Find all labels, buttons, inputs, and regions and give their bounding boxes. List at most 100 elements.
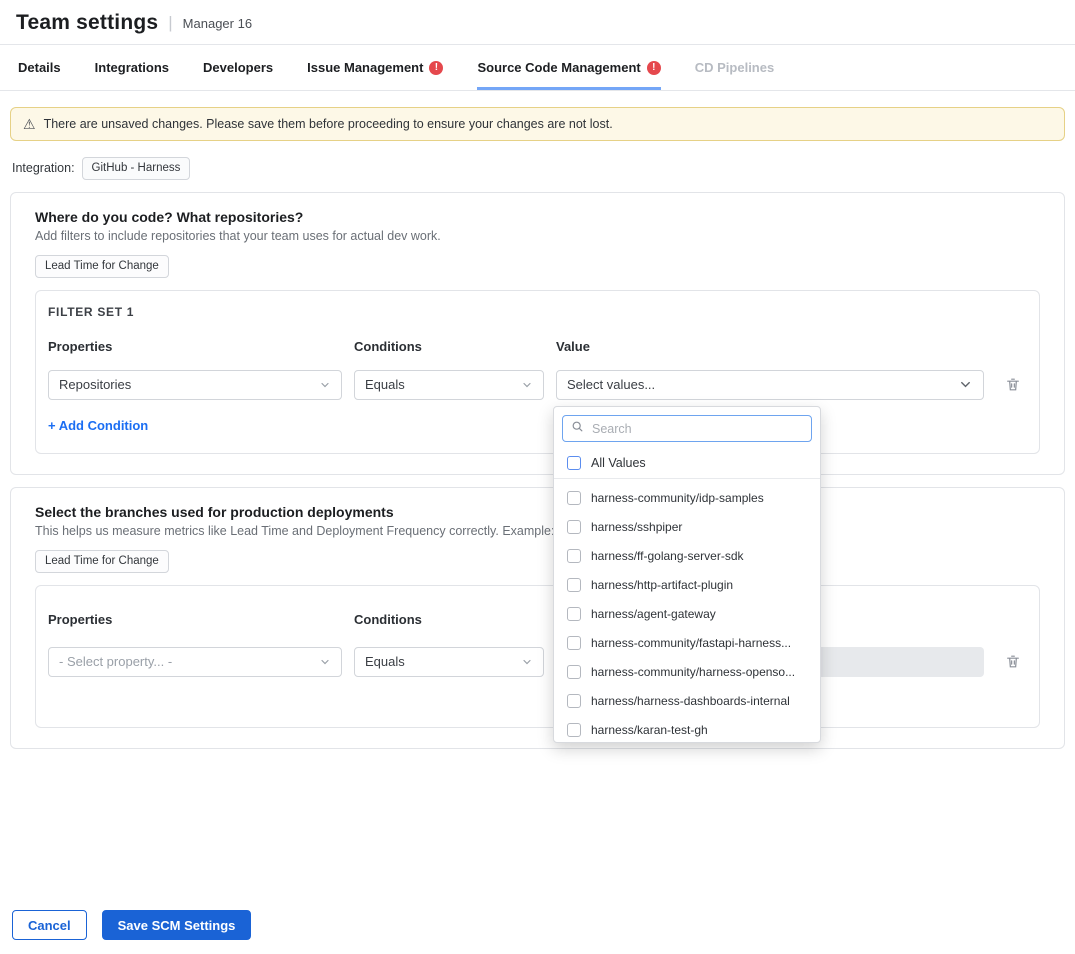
value-column-label: Value bbox=[556, 339, 984, 354]
chevron-down-icon bbox=[958, 377, 973, 392]
filter-column-labels: Properties Conditions Value bbox=[48, 339, 1027, 354]
lead-time-for-change-chip[interactable]: Lead Time for Change bbox=[35, 255, 169, 278]
checkbox[interactable] bbox=[567, 456, 581, 470]
repo-option[interactable]: harness-community/harness-openso... bbox=[554, 657, 820, 686]
banner-text: There are unsaved changes. Please save t… bbox=[44, 117, 613, 131]
tab-integrations[interactable]: Integrations bbox=[95, 45, 169, 90]
filter-column-labels: Properties Conditions Value bbox=[48, 612, 1027, 627]
lead-time-for-change-chip[interactable]: Lead Time for Change bbox=[35, 550, 169, 573]
value-select-placeholder: Select values... bbox=[567, 377, 655, 392]
tab-bar: Details Integrations Developers Issue Ma… bbox=[0, 45, 1075, 91]
filter-row: Repositories Equals Select values... bbox=[48, 370, 1027, 400]
properties-column-label: Properties bbox=[48, 339, 342, 354]
repo-option[interactable]: harness/ff-golang-server-sdk bbox=[554, 541, 820, 570]
property-select[interactable]: - Select property... - bbox=[48, 647, 342, 677]
option-label: harness-community/idp-samples bbox=[591, 491, 764, 505]
option-label: harness/ff-golang-server-sdk bbox=[591, 549, 744, 563]
tab-label: Source Code Management bbox=[477, 60, 640, 75]
option-label: All Values bbox=[591, 456, 646, 470]
repo-option[interactable]: harness/sshpiper bbox=[554, 512, 820, 541]
tab-details[interactable]: Details bbox=[18, 45, 61, 90]
dropdown-search-box bbox=[562, 415, 812, 442]
page-header: Team settings | Manager 16 bbox=[0, 0, 1075, 45]
tab-label: Issue Management bbox=[307, 60, 423, 75]
branches-card: Select the branches used for production … bbox=[10, 487, 1065, 749]
condition-select[interactable]: Equals bbox=[354, 370, 544, 400]
conditions-column-label: Conditions bbox=[354, 612, 544, 627]
option-label: harness/agent-gateway bbox=[591, 607, 716, 621]
all-values-option[interactable]: All Values bbox=[554, 448, 820, 479]
checkbox[interactable] bbox=[567, 665, 581, 679]
cancel-button[interactable]: Cancel bbox=[12, 910, 87, 940]
repositories-card-subtitle: Add filters to include repositories that… bbox=[35, 229, 1040, 243]
filter-row: - Select property... - Equals bbox=[48, 647, 1027, 677]
properties-column-label: Properties bbox=[48, 612, 342, 627]
team-settings-page: Team settings | Manager 16 Details Integ… bbox=[0, 0, 1075, 954]
repositories-card-title: Where do you code? What repositories? bbox=[35, 209, 1040, 225]
checkbox[interactable] bbox=[567, 578, 581, 592]
condition-select[interactable]: Equals bbox=[354, 647, 544, 677]
conditions-column-label: Conditions bbox=[354, 339, 544, 354]
checkbox[interactable] bbox=[567, 694, 581, 708]
save-scm-settings-button[interactable]: Save SCM Settings bbox=[102, 910, 252, 940]
search-icon bbox=[571, 420, 584, 438]
page-subtitle: Manager 16 bbox=[183, 16, 252, 31]
tab-label: Integrations bbox=[95, 60, 169, 75]
warning-badge-icon: ! bbox=[429, 61, 443, 75]
tab-label: Developers bbox=[203, 60, 273, 75]
footer-actions: Cancel Save SCM Settings bbox=[12, 910, 251, 940]
repo-option[interactable]: harness-community/fastapi-harness... bbox=[554, 628, 820, 657]
property-select-value: Repositories bbox=[59, 377, 131, 392]
checkbox[interactable] bbox=[567, 549, 581, 563]
repositories-card: Where do you code? What repositories? Ad… bbox=[10, 192, 1065, 475]
checkbox[interactable] bbox=[567, 636, 581, 650]
page-title: Team settings bbox=[16, 11, 158, 35]
tab-cd-pipelines: CD Pipelines bbox=[695, 45, 774, 90]
title-separator: | bbox=[168, 13, 172, 33]
repo-option[interactable]: harness-community/idp-samples bbox=[554, 483, 820, 512]
option-label: harness-community/harness-openso... bbox=[591, 665, 795, 679]
add-condition-button[interactable]: + Add Condition bbox=[48, 418, 148, 433]
chevron-down-icon bbox=[521, 379, 533, 391]
checkbox[interactable] bbox=[567, 607, 581, 621]
chevron-down-icon bbox=[319, 379, 331, 391]
branch-filter-panel: Properties Conditions Value - Select pro… bbox=[35, 585, 1040, 728]
repo-option[interactable]: harness/agent-gateway bbox=[554, 599, 820, 628]
warning-triangle-icon: ⚠ bbox=[23, 117, 36, 131]
property-select-placeholder: - Select property... - bbox=[59, 654, 172, 669]
repo-option[interactable]: harness/harness-dashboards-internal bbox=[554, 686, 820, 715]
option-label: harness/harness-dashboards-internal bbox=[591, 694, 790, 708]
warning-badge-icon: ! bbox=[647, 61, 661, 75]
delete-filter-trash-icon[interactable] bbox=[1005, 376, 1021, 393]
checkbox[interactable] bbox=[567, 491, 581, 505]
tab-label: Details bbox=[18, 60, 61, 75]
integration-label: Integration: bbox=[12, 161, 75, 175]
option-label: harness/sshpiper bbox=[591, 520, 682, 534]
tab-issue-management[interactable]: Issue Management ! bbox=[307, 45, 443, 90]
value-multiselect[interactable]: Select values... bbox=[556, 370, 984, 400]
tab-source-code-management[interactable]: Source Code Management ! bbox=[477, 45, 660, 90]
filter-set-1-panel: FILTER SET 1 Properties Conditions Value… bbox=[35, 290, 1040, 454]
branches-card-subtitle: This helps us measure metrics like Lead … bbox=[35, 524, 1040, 538]
option-label: harness-community/fastapi-harness... bbox=[591, 636, 791, 650]
value-dropdown-popup: All Values harness-community/idp-samples… bbox=[553, 406, 821, 743]
integration-row: Integration: GitHub - Harness bbox=[12, 157, 1063, 180]
option-label: harness/http-artifact-plugin bbox=[591, 578, 733, 592]
repo-option[interactable]: harness/http-artifact-plugin bbox=[554, 570, 820, 599]
condition-select-value: Equals bbox=[365, 377, 405, 392]
repo-option[interactable]: harness/karan-test-gh bbox=[554, 715, 820, 743]
checkbox[interactable] bbox=[567, 520, 581, 534]
branches-card-title: Select the branches used for production … bbox=[35, 504, 1040, 520]
chevron-down-icon bbox=[521, 656, 533, 668]
condition-select-value: Equals bbox=[365, 654, 405, 669]
tab-label: CD Pipelines bbox=[695, 60, 774, 75]
tab-developers[interactable]: Developers bbox=[203, 45, 273, 90]
unsaved-changes-banner: ⚠ There are unsaved changes. Please save… bbox=[10, 107, 1065, 141]
checkbox[interactable] bbox=[567, 723, 581, 737]
chevron-down-icon bbox=[319, 656, 331, 668]
property-select[interactable]: Repositories bbox=[48, 370, 342, 400]
integration-chip[interactable]: GitHub - Harness bbox=[82, 157, 191, 180]
dropdown-search-input[interactable] bbox=[590, 421, 803, 437]
filter-set-title: FILTER SET 1 bbox=[48, 305, 1027, 319]
delete-filter-trash-icon[interactable] bbox=[1005, 653, 1021, 670]
